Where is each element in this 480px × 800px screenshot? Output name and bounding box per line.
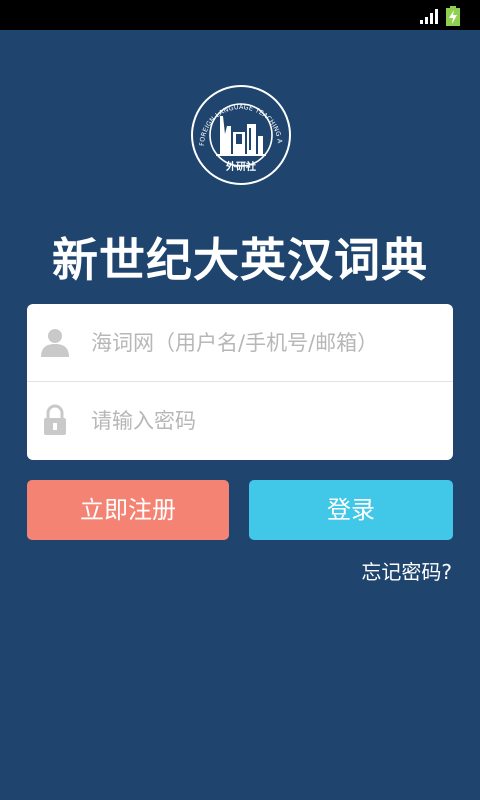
user-icon [41,329,69,357]
login-screen: FOREIGN LANGUAGE TEACHING AND RESEARCH P… [0,30,480,800]
forgot-password-link[interactable]: 忘记密码? [361,556,452,585]
login-form [27,304,453,460]
username-input[interactable] [89,318,443,368]
register-button[interactable]: 立即注册 [27,480,229,540]
battery-charging-icon [446,6,460,26]
password-input[interactable] [89,396,443,446]
lock-icon [44,404,66,435]
signal-strength-icon [420,9,438,24]
login-button[interactable]: 登录 [249,480,453,540]
publisher-logo: FOREIGN LANGUAGE TEACHING AND RESEARCH P… [190,84,291,185]
username-row [27,304,453,381]
app-title: 新世纪大英汉词典 [52,233,428,287]
svg-text:外研社: 外研社 [225,160,256,173]
password-row [27,382,453,459]
status-bar [0,0,480,30]
